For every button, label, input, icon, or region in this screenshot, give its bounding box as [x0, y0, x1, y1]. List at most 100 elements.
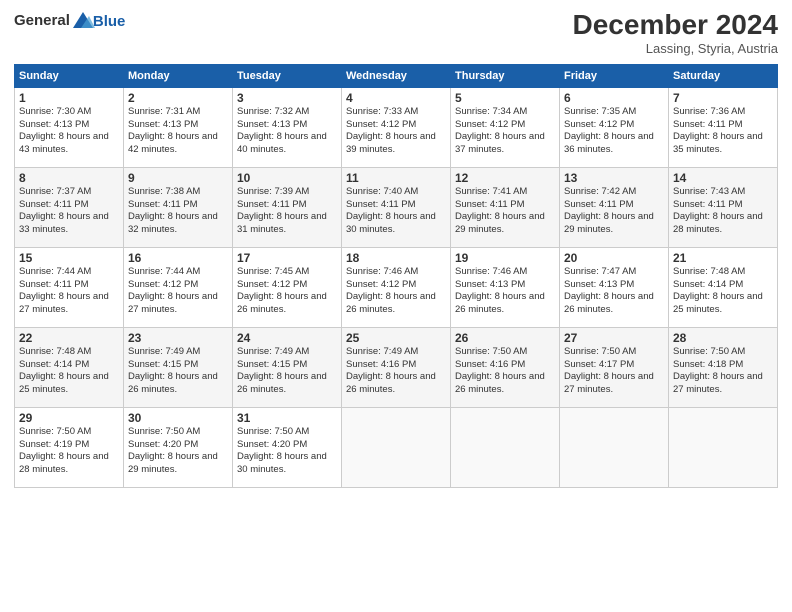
- day-info: Sunrise: 7:49 AM Sunset: 4:16 PM Dayligh…: [346, 346, 446, 397]
- page-container: General Blue December 2024 Lassing, Styr…: [0, 0, 792, 498]
- day-info: Sunrise: 7:50 AM Sunset: 4:20 PM Dayligh…: [128, 426, 228, 477]
- sunrise-label: Sunrise: 7:44 AM: [128, 266, 200, 277]
- sunrise-label: Sunrise: 7:42 AM: [564, 186, 636, 197]
- day-info: Sunrise: 7:31 AM Sunset: 4:13 PM Dayligh…: [128, 106, 228, 157]
- sunset-label: Sunset: 4:16 PM: [346, 359, 416, 370]
- sunset-label: Sunset: 4:13 PM: [237, 119, 307, 130]
- daylight-label: Daylight: 8 hours and 32 minutes.: [128, 211, 218, 235]
- sunset-label: Sunset: 4:11 PM: [673, 199, 743, 210]
- sunrise-label: Sunrise: 7:31 AM: [128, 106, 200, 117]
- daylight-label: Daylight: 8 hours and 39 minutes.: [346, 131, 436, 155]
- day-number: 22: [19, 331, 119, 345]
- daylight-label: Daylight: 8 hours and 35 minutes.: [673, 131, 763, 155]
- day-info: Sunrise: 7:30 AM Sunset: 4:13 PM Dayligh…: [19, 106, 119, 157]
- calendar-cell: 15 Sunrise: 7:44 AM Sunset: 4:11 PM Dayl…: [15, 247, 124, 327]
- sunset-label: Sunset: 4:11 PM: [346, 199, 416, 210]
- sunrise-label: Sunrise: 7:39 AM: [237, 186, 309, 197]
- daylight-label: Daylight: 8 hours and 30 minutes.: [237, 451, 327, 475]
- day-number: 5: [455, 91, 555, 105]
- calendar-cell: 29 Sunrise: 7:50 AM Sunset: 4:19 PM Dayl…: [15, 407, 124, 487]
- day-number: 15: [19, 251, 119, 265]
- calendar-cell: 12 Sunrise: 7:41 AM Sunset: 4:11 PM Dayl…: [451, 167, 560, 247]
- sunrise-label: Sunrise: 7:48 AM: [19, 346, 91, 357]
- daylight-label: Daylight: 8 hours and 30 minutes.: [346, 211, 436, 235]
- sunset-label: Sunset: 4:12 PM: [128, 279, 198, 290]
- calendar-cell: 30 Sunrise: 7:50 AM Sunset: 4:20 PM Dayl…: [124, 407, 233, 487]
- day-number: 2: [128, 91, 228, 105]
- daylight-label: Daylight: 8 hours and 27 minutes.: [19, 291, 109, 315]
- day-info: Sunrise: 7:50 AM Sunset: 4:16 PM Dayligh…: [455, 346, 555, 397]
- sunrise-label: Sunrise: 7:38 AM: [128, 186, 200, 197]
- calendar-cell: 3 Sunrise: 7:32 AM Sunset: 4:13 PM Dayli…: [233, 87, 342, 167]
- sunrise-label: Sunrise: 7:50 AM: [237, 426, 309, 437]
- day-info: Sunrise: 7:34 AM Sunset: 4:12 PM Dayligh…: [455, 106, 555, 157]
- sunset-label: Sunset: 4:12 PM: [564, 119, 634, 130]
- day-number: 26: [455, 331, 555, 345]
- col-sunday: Sunday: [15, 64, 124, 87]
- day-info: Sunrise: 7:39 AM Sunset: 4:11 PM Dayligh…: [237, 186, 337, 237]
- week-row-2: 8 Sunrise: 7:37 AM Sunset: 4:11 PM Dayli…: [15, 167, 778, 247]
- day-info: Sunrise: 7:40 AM Sunset: 4:11 PM Dayligh…: [346, 186, 446, 237]
- col-tuesday: Tuesday: [233, 64, 342, 87]
- daylight-label: Daylight: 8 hours and 27 minutes.: [128, 291, 218, 315]
- sunset-label: Sunset: 4:13 PM: [455, 279, 525, 290]
- calendar-cell: 14 Sunrise: 7:43 AM Sunset: 4:11 PM Dayl…: [669, 167, 778, 247]
- daylight-label: Daylight: 8 hours and 27 minutes.: [564, 371, 654, 395]
- sunrise-label: Sunrise: 7:36 AM: [673, 106, 745, 117]
- day-number: 13: [564, 171, 664, 185]
- col-monday: Monday: [124, 64, 233, 87]
- sunset-label: Sunset: 4:19 PM: [19, 439, 89, 450]
- calendar-cell: 4 Sunrise: 7:33 AM Sunset: 4:12 PM Dayli…: [342, 87, 451, 167]
- logo-icon: [71, 10, 95, 32]
- sunrise-label: Sunrise: 7:50 AM: [128, 426, 200, 437]
- calendar-cell: 22 Sunrise: 7:48 AM Sunset: 4:14 PM Dayl…: [15, 327, 124, 407]
- day-info: Sunrise: 7:50 AM Sunset: 4:18 PM Dayligh…: [673, 346, 773, 397]
- sunrise-label: Sunrise: 7:45 AM: [237, 266, 309, 277]
- sunrise-label: Sunrise: 7:37 AM: [19, 186, 91, 197]
- sunrise-label: Sunrise: 7:50 AM: [673, 346, 745, 357]
- sunset-label: Sunset: 4:13 PM: [128, 119, 198, 130]
- calendar-cell: 2 Sunrise: 7:31 AM Sunset: 4:13 PM Dayli…: [124, 87, 233, 167]
- day-info: Sunrise: 7:45 AM Sunset: 4:12 PM Dayligh…: [237, 266, 337, 317]
- daylight-label: Daylight: 8 hours and 29 minutes.: [564, 211, 654, 235]
- sunrise-label: Sunrise: 7:49 AM: [346, 346, 418, 357]
- location-subtitle: Lassing, Styria, Austria: [573, 41, 778, 56]
- day-info: Sunrise: 7:36 AM Sunset: 4:11 PM Dayligh…: [673, 106, 773, 157]
- calendar-cell: 19 Sunrise: 7:46 AM Sunset: 4:13 PM Dayl…: [451, 247, 560, 327]
- daylight-label: Daylight: 8 hours and 31 minutes.: [237, 211, 327, 235]
- day-number: 24: [237, 331, 337, 345]
- sunset-label: Sunset: 4:11 PM: [564, 199, 634, 210]
- day-number: 9: [128, 171, 228, 185]
- month-title: December 2024: [573, 10, 778, 41]
- sunrise-label: Sunrise: 7:49 AM: [237, 346, 309, 357]
- day-number: 10: [237, 171, 337, 185]
- sunrise-label: Sunrise: 7:41 AM: [455, 186, 527, 197]
- sunset-label: Sunset: 4:14 PM: [673, 279, 743, 290]
- calendar-cell: 7 Sunrise: 7:36 AM Sunset: 4:11 PM Dayli…: [669, 87, 778, 167]
- sunrise-label: Sunrise: 7:50 AM: [455, 346, 527, 357]
- daylight-label: Daylight: 8 hours and 26 minutes.: [346, 371, 436, 395]
- sunset-label: Sunset: 4:13 PM: [564, 279, 634, 290]
- calendar-cell: 8 Sunrise: 7:37 AM Sunset: 4:11 PM Dayli…: [15, 167, 124, 247]
- week-row-3: 15 Sunrise: 7:44 AM Sunset: 4:11 PM Dayl…: [15, 247, 778, 327]
- day-number: 23: [128, 331, 228, 345]
- calendar-cell: 10 Sunrise: 7:39 AM Sunset: 4:11 PM Dayl…: [233, 167, 342, 247]
- calendar-cell: 21 Sunrise: 7:48 AM Sunset: 4:14 PM Dayl…: [669, 247, 778, 327]
- logo-blue-text: Blue: [93, 13, 126, 30]
- daylight-label: Daylight: 8 hours and 43 minutes.: [19, 131, 109, 155]
- day-info: Sunrise: 7:50 AM Sunset: 4:20 PM Dayligh…: [237, 426, 337, 477]
- day-number: 1: [19, 91, 119, 105]
- day-number: 18: [346, 251, 446, 265]
- calendar-cell: 9 Sunrise: 7:38 AM Sunset: 4:11 PM Dayli…: [124, 167, 233, 247]
- daylight-label: Daylight: 8 hours and 27 minutes.: [673, 371, 763, 395]
- day-number: 29: [19, 411, 119, 425]
- sunset-label: Sunset: 4:11 PM: [673, 119, 743, 130]
- sunset-label: Sunset: 4:12 PM: [346, 279, 416, 290]
- col-thursday: Thursday: [451, 64, 560, 87]
- calendar-cell: 6 Sunrise: 7:35 AM Sunset: 4:12 PM Dayli…: [560, 87, 669, 167]
- calendar-cell: 26 Sunrise: 7:50 AM Sunset: 4:16 PM Dayl…: [451, 327, 560, 407]
- daylight-label: Daylight: 8 hours and 26 minutes.: [455, 291, 545, 315]
- day-number: 17: [237, 251, 337, 265]
- day-info: Sunrise: 7:48 AM Sunset: 4:14 PM Dayligh…: [19, 346, 119, 397]
- day-number: 6: [564, 91, 664, 105]
